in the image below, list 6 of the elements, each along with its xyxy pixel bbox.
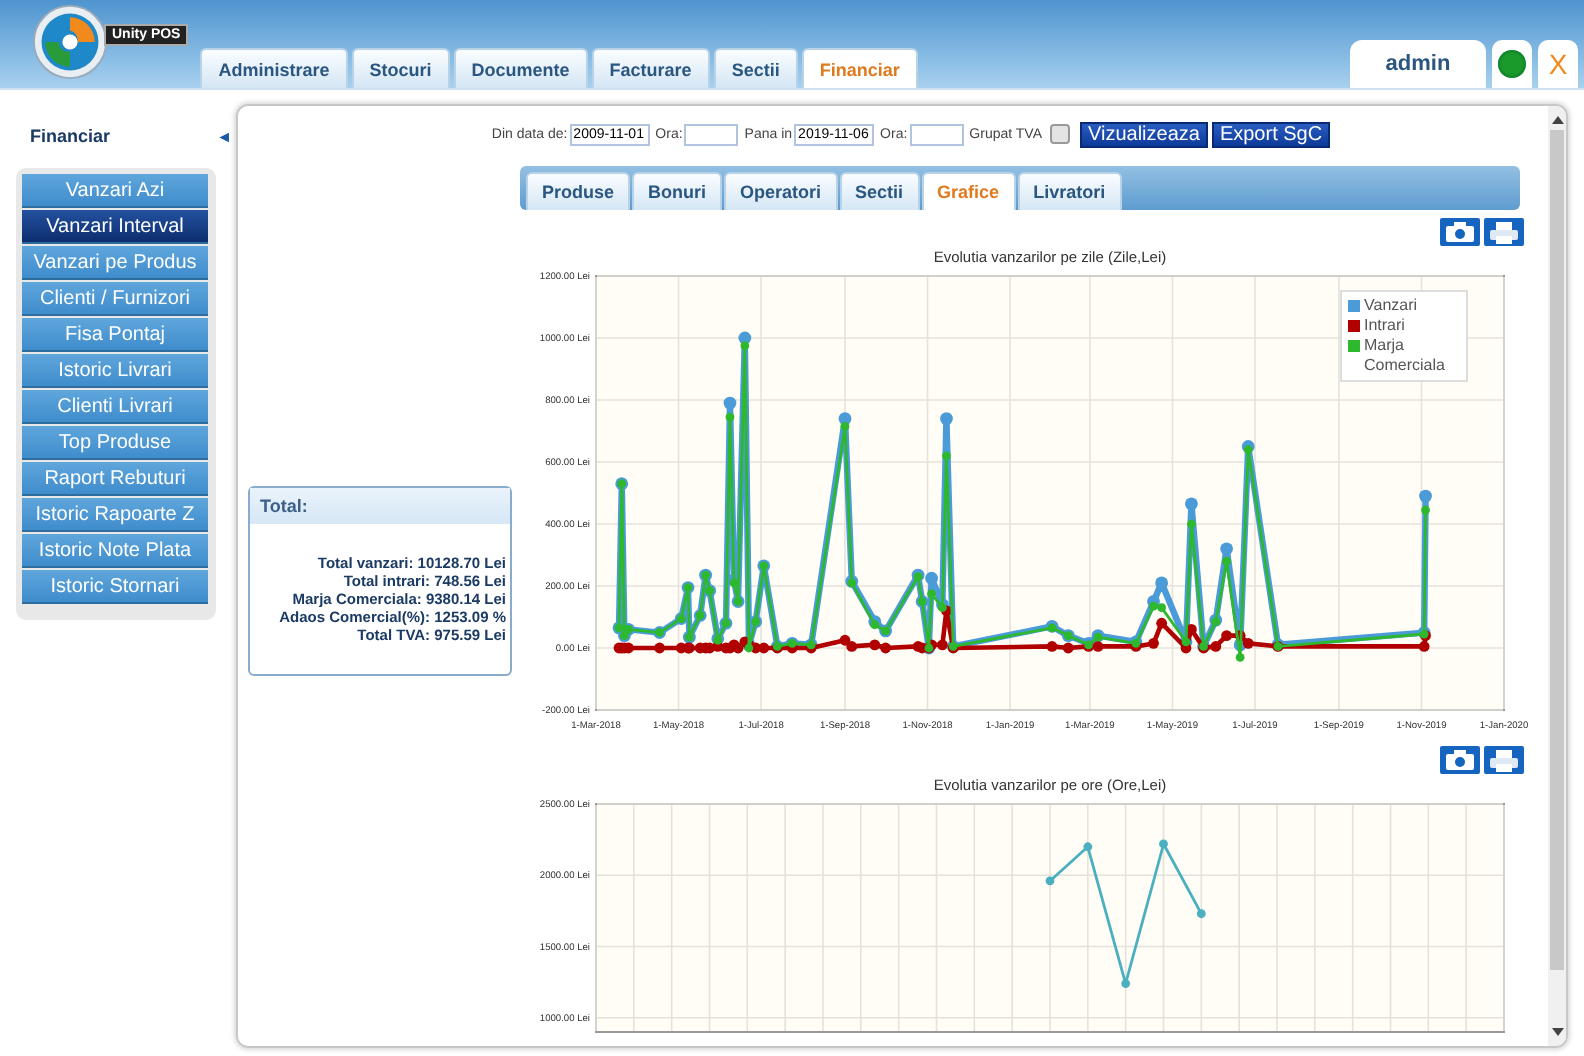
totals-title: Total: xyxy=(250,488,510,524)
user-name: admin xyxy=(1350,40,1486,88)
legend-label: Vanzari xyxy=(1364,296,1418,316)
section-title: Financiar xyxy=(30,126,111,146)
legend-label: Marja Comerciala xyxy=(1364,336,1447,376)
legend-label: Intrari xyxy=(1364,316,1405,336)
